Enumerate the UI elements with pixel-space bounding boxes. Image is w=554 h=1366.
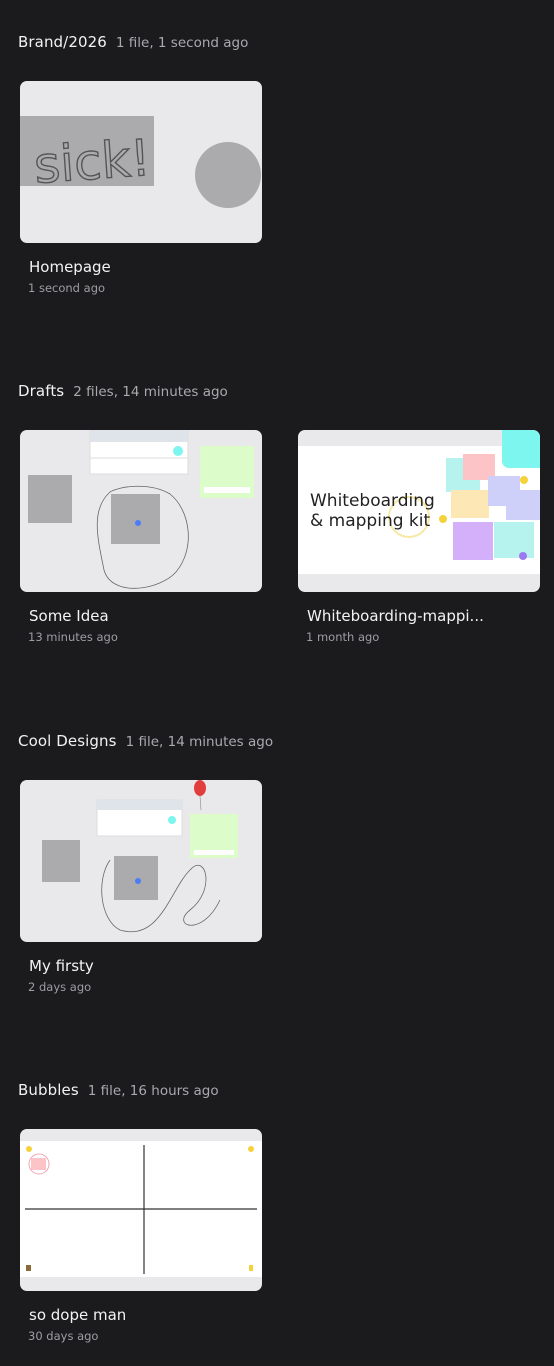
file-name: Homepage — [29, 258, 111, 276]
file-thumbnail[interactable]: Whiteboarding & mapping kit — [298, 430, 540, 592]
file-name: Some Idea — [29, 607, 109, 625]
thumbnail-canvas — [28, 430, 254, 589]
file-name: so dope man — [29, 1306, 127, 1324]
folder-header[interactable]: Cool Designs 1 file, 14 minutes ago — [18, 731, 273, 750]
file-thumbnail[interactable] — [20, 430, 262, 592]
file-thumbnail[interactable] — [20, 780, 262, 942]
file-time: 2 days ago — [28, 980, 92, 994]
file-time: 1 month ago — [306, 630, 380, 644]
folder-meta: 1 file, 1 second ago — [115, 35, 249, 51]
book-icon[interactable] — [502, 430, 540, 468]
folder-header[interactable]: Brand/2026 1 file, 1 second ago — [18, 32, 248, 51]
file-name: My firsty — [29, 957, 94, 975]
folder-header[interactable]: Bubbles 1 file, 16 hours ago — [18, 1080, 219, 1099]
folder-meta: 1 file, 14 minutes ago — [125, 734, 274, 750]
thumbnail-canvas: sick! — [20, 116, 261, 208]
folder-header[interactable]: Drafts 2 files, 14 minutes ago — [18, 381, 228, 400]
thumbnail-title-line-1: Whiteboarding — [310, 491, 435, 511]
folder-title: Drafts — [18, 382, 65, 400]
file-thumbnail[interactable] — [20, 1129, 262, 1291]
file-time: 1 second ago — [28, 281, 106, 295]
folder-title: Brand/2026 — [18, 33, 107, 51]
file-thumbnail[interactable]: sick! — [20, 81, 262, 243]
thumbnail-title-line-2: & mapping kit — [310, 511, 430, 531]
thumbnail-sketch-text: sick! — [32, 129, 152, 195]
file-time: 13 minutes ago — [28, 630, 118, 644]
folder-title: Bubbles — [18, 1081, 79, 1099]
folder-title: Cool Designs — [18, 732, 117, 750]
file-name: Whiteboarding-mappi... — [307, 607, 484, 625]
file-time: 30 days ago — [28, 1329, 99, 1343]
folder-meta: 1 file, 16 hours ago — [87, 1083, 219, 1099]
thumbnail-canvas — [42, 780, 238, 933]
folder-meta: 2 files, 14 minutes ago — [73, 384, 228, 400]
thumbnail-canvas — [20, 1141, 262, 1277]
